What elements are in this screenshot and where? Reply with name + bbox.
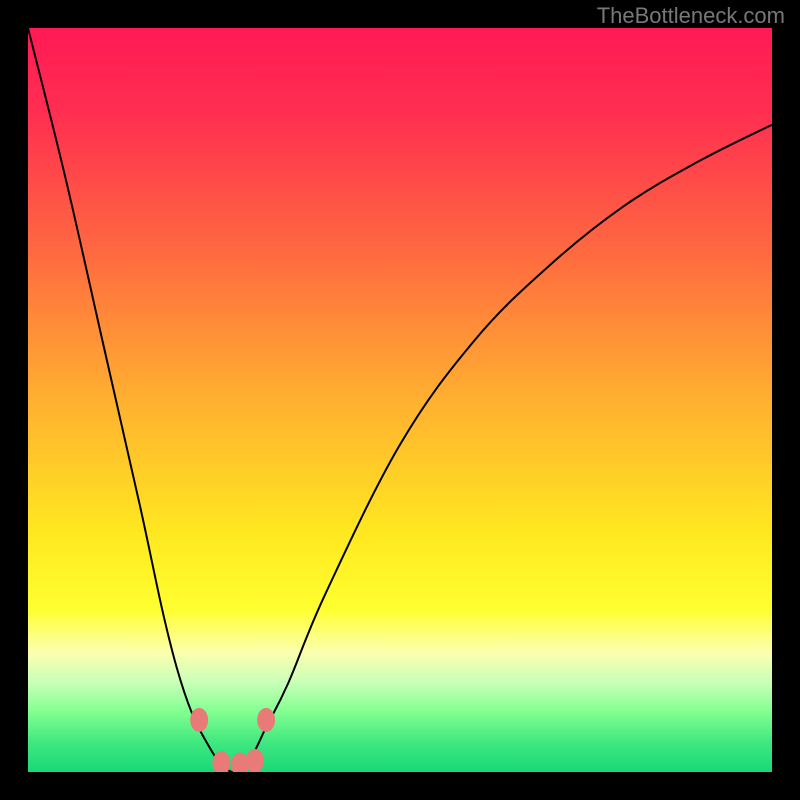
watermark-text: TheBottleneck.com	[597, 3, 785, 29]
data-marker	[257, 708, 275, 732]
chart-area	[28, 28, 772, 772]
data-marker	[190, 708, 208, 732]
chart-svg	[28, 28, 772, 772]
data-marker	[246, 749, 264, 772]
gradient-background	[28, 28, 772, 772]
